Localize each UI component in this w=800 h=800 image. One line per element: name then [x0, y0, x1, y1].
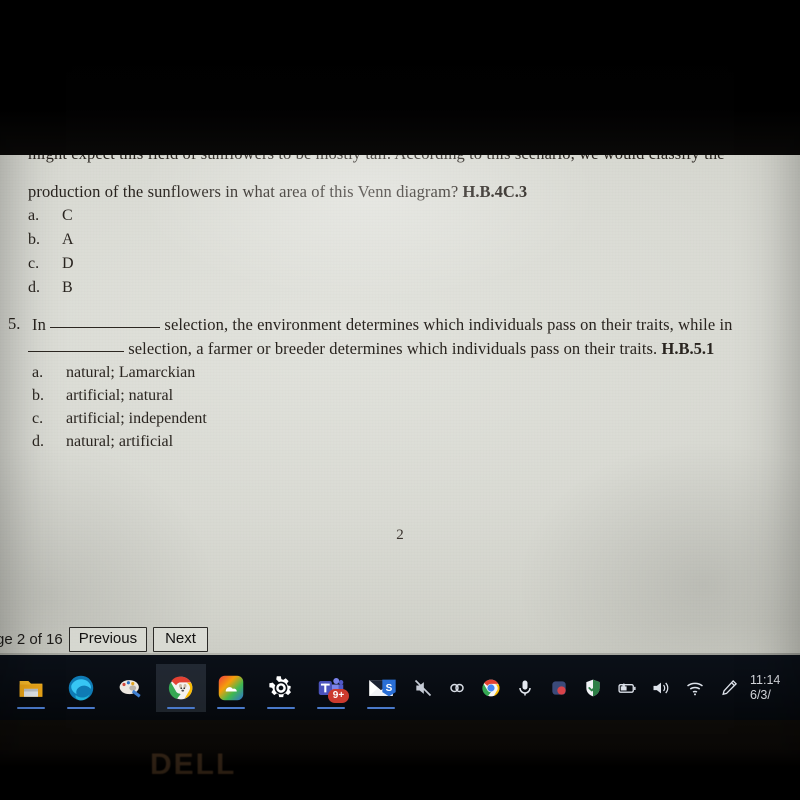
battery-icon: [618, 682, 636, 693]
clock-date: 6/3/: [750, 687, 771, 702]
q4-option-a-text[interactable]: C: [62, 207, 73, 225]
microphone-icon: [519, 680, 531, 695]
taskbar-item-settings[interactable]: [256, 664, 306, 712]
question-5-number: 5.: [8, 314, 21, 333]
question-5-blank-2: [28, 351, 124, 352]
clipped-text-line-wrapper: might expect this field of sunflowers to…: [0, 155, 800, 169]
running-indicator: [167, 706, 195, 709]
tray-item-speaker-muted[interactable]: [406, 664, 440, 712]
q4-option-b-letter: b.: [28, 231, 40, 248]
running-indicator: [67, 706, 95, 709]
running-indicator: [317, 706, 345, 709]
tray-item-network[interactable]: [678, 664, 712, 712]
snipping-tool-icon: S: [382, 679, 396, 696]
windows-defender-shield-icon: [586, 679, 600, 696]
tray-item-snipping-tool[interactable]: S: [372, 664, 406, 712]
top-bezel: [0, 0, 800, 155]
tray-item-windows-ink[interactable]: [712, 664, 746, 712]
tray-item-chrome[interactable]: [474, 664, 508, 712]
file-explorer-icon: [19, 680, 43, 697]
windows-taskbar: 9+ S 11:14 6/3/: [0, 655, 800, 720]
page-folio-number: 2: [396, 527, 404, 543]
previous-page-button[interactable]: Previous: [68, 626, 148, 652]
question-4-standard-code: H.B.4C.3: [462, 182, 528, 201]
edge-browser-icon: [68, 675, 94, 700]
taskbar-pinned-apps: 9+: [0, 663, 406, 712]
creative-cloud-icon: [218, 675, 244, 700]
page-indicator: ge 2 of 16: [0, 630, 63, 648]
q5-option-a-text[interactable]: natural; Lamarckian: [66, 364, 195, 382]
pen-icon: [722, 679, 738, 695]
laptop-screen: might expect this field of sunflowers to…: [0, 155, 800, 720]
question-5-standard-code: H.B.5.1: [661, 339, 715, 358]
q5-option-b-letter: b.: [32, 387, 44, 404]
q5-option-d-letter: d.: [32, 433, 44, 450]
tray-item-link[interactable]: [440, 664, 474, 712]
bottom-bezel: [0, 720, 800, 800]
clock-time: 11:14: [750, 672, 781, 687]
question-5-blank-1: [50, 327, 161, 328]
q4-option-d-letter: d.: [28, 279, 40, 296]
teams-notification-badge: 9+: [328, 688, 349, 703]
q5-option-a-letter: a.: [32, 364, 44, 381]
taskbar-item-edge-browser[interactable]: [56, 664, 106, 712]
dell-logo: DELL: [150, 748, 237, 781]
next-page-button[interactable]: Next: [153, 626, 208, 652]
taskbar-clock[interactable]: 11:14 6/3/: [746, 673, 794, 703]
chrome-dog-icon: [168, 676, 193, 699]
tray-item-volume[interactable]: [644, 664, 678, 712]
q4-option-d-text[interactable]: B: [62, 279, 73, 297]
tray-item-microphone[interactable]: [508, 664, 542, 712]
q5-option-b-text[interactable]: artificial; natural: [66, 387, 173, 405]
speaker-muted-icon: [414, 679, 432, 696]
taskbar-item-paint[interactable]: [106, 664, 156, 712]
question-5-stem-part-2: selection, the environment determines wh…: [164, 315, 733, 334]
q4-option-a-letter: a.: [28, 207, 40, 224]
app-tray-icon: [552, 680, 566, 695]
question-5-stem-part-3: selection, a farmer or breeder determine…: [128, 339, 658, 358]
question-5-line-2: selection, a farmer or breeder determine…: [28, 338, 714, 360]
q4-option-c-text[interactable]: D: [62, 255, 74, 273]
wifi-icon: [687, 682, 703, 695]
taskbar-item-creative-cloud[interactable]: [206, 664, 256, 712]
running-indicator: [17, 706, 45, 709]
question-4-clipped-line: might expect this field of sunflowers to…: [28, 155, 725, 165]
question-5-line-1: In selection, the environment determines…: [32, 314, 733, 336]
tray-item-app[interactable]: [542, 664, 576, 712]
pdf-page: [0, 155, 800, 655]
q4-option-c-letter: c.: [28, 255, 40, 272]
link-icon: [450, 683, 464, 692]
q5-option-c-letter: c.: [32, 410, 44, 427]
svg-text:S: S: [386, 682, 393, 693]
question-4-line-2: production of the sunflowers in what are…: [28, 181, 527, 203]
q5-option-c-text[interactable]: artificial; independent: [66, 410, 207, 428]
running-indicator: [217, 706, 245, 709]
chrome-icon: [482, 679, 500, 696]
photograph-of-laptop: might expect this field of sunflowers to…: [0, 0, 800, 800]
tray-item-windows-security[interactable]: [576, 664, 610, 712]
q5-option-d-text[interactable]: natural; artificial: [66, 433, 173, 451]
settings-gear-icon: [269, 675, 291, 697]
running-indicator: [267, 706, 295, 709]
q4-option-b-text[interactable]: A: [62, 231, 74, 249]
volume-icon: [653, 682, 669, 693]
question-5-stem-part-1: In: [32, 315, 46, 334]
paper-grain: [0, 155, 800, 655]
system-tray: S 11:14 6/3/: [372, 655, 794, 720]
taskbar-item-active-browser-window[interactable]: [156, 663, 206, 712]
pdf-viewer-navigation-bar: ge 2 of 16 Previous Next: [0, 623, 800, 655]
question-4-line-2-text: production of the sunflowers in what are…: [28, 182, 459, 201]
taskbar-item-microsoft-teams[interactable]: 9+: [306, 664, 356, 712]
taskbar-item-file-explorer[interactable]: [6, 664, 56, 712]
tray-item-battery[interactable]: [610, 664, 644, 712]
paint-icon: [119, 679, 141, 698]
